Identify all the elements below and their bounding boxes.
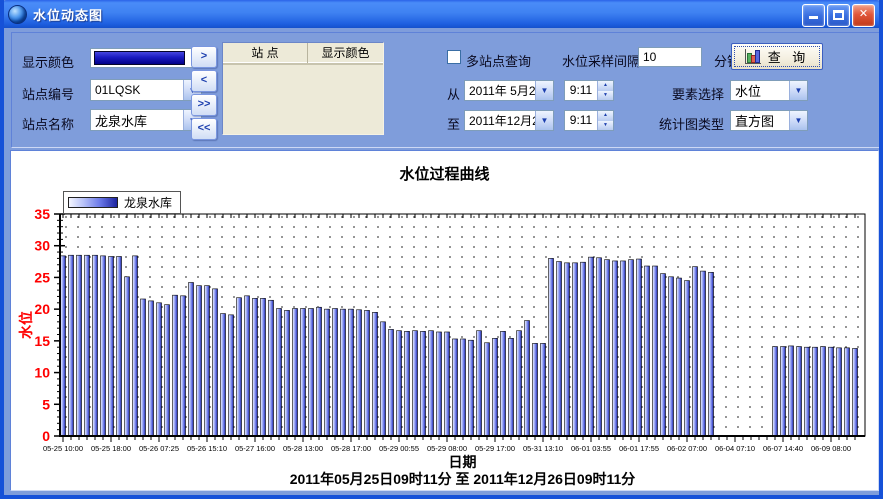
chevron-down-icon[interactable]: ▼	[789, 81, 807, 100]
chevron-down-icon[interactable]: ▼	[535, 81, 553, 100]
station-id-label: 站点编号	[22, 84, 74, 103]
move-all-right-button[interactable]: >>	[191, 94, 217, 116]
svg-text:25: 25	[34, 269, 50, 285]
legend-series-label: 龙泉水库	[124, 194, 172, 211]
maximize-button[interactable]	[827, 4, 850, 27]
query-button[interactable]: 查 询	[731, 43, 823, 70]
station-name-label: 站点名称	[22, 114, 74, 133]
element-select-label: 要素选择	[672, 84, 724, 103]
from-label: 从	[447, 84, 460, 103]
svg-text:0: 0	[42, 428, 50, 444]
move-all-left-button[interactable]: <<	[191, 118, 217, 140]
app-window: 水位动态图 ✕ 显示颜色 ▼ 站点编号 01LQSK ▼ 站点名称 龙泉水库 ▼…	[0, 0, 883, 499]
to-time-spinner[interactable]: 9:11 ▲▼	[564, 110, 614, 131]
to-date-value: 2011年12月26日	[465, 112, 535, 129]
interval-input[interactable]: 10	[638, 47, 702, 67]
display-color-combobox[interactable]: ▼	[90, 48, 202, 68]
spin-down-icon[interactable]: ▼	[598, 121, 613, 131]
svg-text:5: 5	[42, 396, 50, 412]
chart-legend: 龙泉水库	[63, 191, 181, 214]
table-header-color[interactable]: 显示颜色	[308, 43, 383, 63]
color-swatch	[94, 51, 185, 65]
station-id-value: 01LQSK	[91, 83, 183, 97]
to-date-picker[interactable]: 2011年12月26日 ▼	[464, 110, 554, 131]
spin-up-icon[interactable]: ▲	[598, 111, 613, 121]
multi-station-label: 多站点查询	[466, 51, 531, 70]
chevron-down-icon[interactable]: ▼	[535, 111, 553, 130]
chart-title: 水位过程曲线	[11, 163, 878, 184]
element-value: 水位	[731, 81, 789, 100]
title-bar[interactable]: 水位动态图 ✕	[0, 0, 883, 28]
station-id-combobox[interactable]: 01LQSK ▼	[90, 79, 202, 101]
legend-color-swatch	[68, 197, 118, 208]
move-left-button[interactable]: <	[191, 70, 217, 92]
from-date-value: 2011年 5月25日	[465, 82, 535, 99]
to-label: 至	[447, 114, 460, 133]
station-name-combobox[interactable]: 龙泉水库 ▼	[90, 109, 202, 131]
table-header-station[interactable]: 站 点	[223, 43, 308, 63]
svg-text:水位: 水位	[18, 311, 34, 339]
display-color-label: 显示颜色	[22, 52, 74, 71]
svg-text:30: 30	[34, 238, 50, 254]
chart-type-label: 统计图类型	[659, 114, 724, 133]
multi-station-checkbox[interactable]	[447, 50, 461, 64]
from-time-spinner[interactable]: 9:11 ▲▼	[564, 80, 614, 101]
svg-text:15: 15	[34, 333, 50, 349]
chart-type-value: 直方图	[731, 111, 789, 130]
to-time-value: 9:11	[565, 111, 597, 130]
close-button[interactable]: ✕	[852, 4, 875, 27]
chart-panel: 水位过程曲线 龙泉水库 0510152025303505-25 10:0005-…	[10, 150, 879, 491]
minimize-button[interactable]	[802, 4, 825, 27]
move-right-button[interactable]: >	[191, 46, 217, 68]
station-name-value: 龙泉水库	[91, 111, 183, 130]
window-title: 水位动态图	[33, 5, 103, 24]
svg-text:35: 35	[34, 206, 50, 222]
bar-chart-icon	[745, 49, 761, 64]
app-globe-icon	[8, 5, 27, 24]
chevron-down-icon[interactable]: ▼	[789, 111, 807, 130]
query-button-label: 查 询	[768, 47, 810, 66]
interval-label: 水位采样间隔:	[562, 51, 644, 70]
svg-text:20: 20	[34, 301, 50, 317]
from-time-value: 9:11	[565, 81, 597, 100]
chart-type-combobox[interactable]: 直方图 ▼	[730, 110, 808, 131]
selected-stations-table[interactable]: 站 点 显示颜色	[222, 42, 384, 135]
from-date-picker[interactable]: 2011年 5月25日 ▼	[464, 80, 554, 101]
element-combobox[interactable]: 水位 ▼	[730, 80, 808, 101]
spin-up-icon[interactable]: ▲	[598, 81, 613, 91]
chart-range-text: 2011年05月25日09时11分 至 2011年12月26日09时11分	[60, 469, 865, 489]
svg-text:10: 10	[34, 365, 50, 381]
spin-down-icon[interactable]: ▼	[598, 91, 613, 101]
